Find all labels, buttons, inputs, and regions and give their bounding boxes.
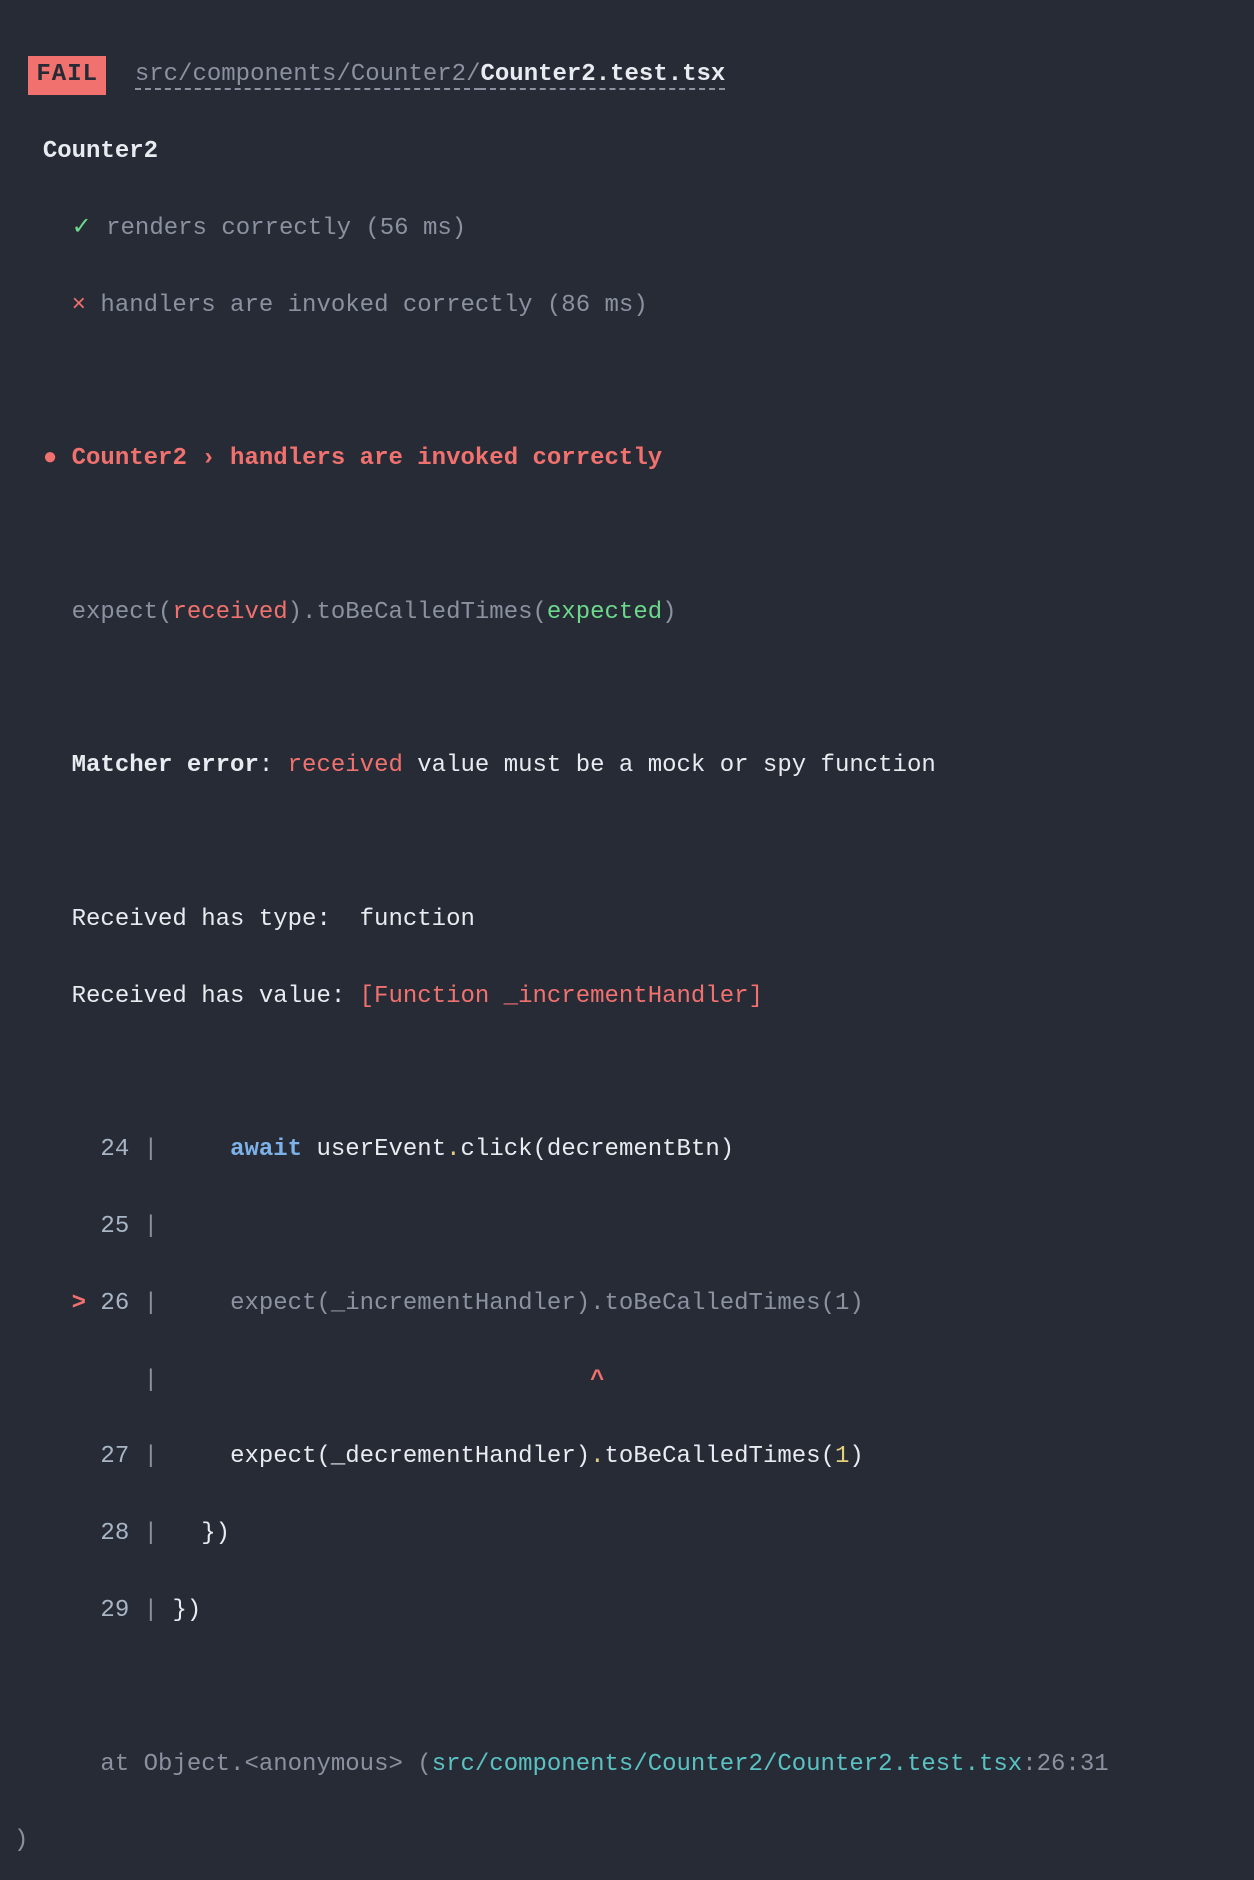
code-line-28: 28 | }) — [14, 1515, 1240, 1553]
received-value-line: Received has value: [Function _increment… — [14, 978, 1240, 1016]
terminal-output: FAIL src/components/Counter2/Counter2.te… — [0, 0, 1254, 1880]
code-line-26: > 26 | expect(_incrementHandler).toBeCal… — [14, 1285, 1240, 1323]
fail-badge: FAIL — [28, 56, 106, 94]
assertion-line: expect(received).toBeCalledTimes(expecte… — [14, 594, 1240, 632]
test-time: (86 ms) — [547, 292, 648, 319]
code-line-24: 24 | await userEvent.click(decrementBtn) — [14, 1131, 1240, 1169]
expected-token: expected — [547, 599, 662, 626]
test-time: (56 ms) — [365, 215, 466, 242]
caret-line: | ^ — [14, 1362, 1240, 1400]
failure-title: Counter2 › handlers are invoked correctl… — [72, 445, 663, 472]
pass-icon: ✓ — [72, 215, 92, 242]
received-type-line: Received has type: function — [14, 901, 1240, 939]
fail-icon: × — [72, 292, 86, 319]
suite-name: Counter2 — [14, 133, 1240, 171]
test-name: handlers are invoked correctly — [100, 292, 532, 319]
test-result-pass: ✓ renders correctly (56 ms) — [14, 210, 1240, 248]
code-line-27: 27 | expect(_decrementHandler).toBeCalle… — [14, 1438, 1240, 1476]
received-token: received — [172, 599, 287, 626]
stack-trace-line: at Object.<anonymous> (src/components/Co… — [14, 1746, 1240, 1784]
test-path-dir: src/components/Counter2/ — [135, 61, 481, 90]
test-path-file: Counter2.test.tsx — [480, 61, 725, 90]
code-line-25: 25 | — [14, 1208, 1240, 1246]
fail-header-line: FAIL src/components/Counter2/Counter2.te… — [14, 56, 1240, 94]
test-name: renders correctly — [106, 215, 351, 242]
bullet-icon: ● — [43, 445, 57, 472]
caret-icon: ^ — [590, 1367, 604, 1394]
await-keyword: await — [230, 1136, 302, 1163]
failure-title-line: ● Counter2 › handlers are invoked correc… — [14, 440, 1240, 478]
matcher-error-line: Matcher error: received value must be a … — [14, 747, 1240, 785]
stack-trace-close: ) — [14, 1822, 1240, 1860]
test-result-fail: × handlers are invoked correctly (86 ms) — [14, 287, 1240, 325]
stack-file: src/components/Counter2/Counter2.test.ts… — [432, 1751, 1023, 1778]
code-line-29: 29 | }) — [14, 1592, 1240, 1630]
error-marker-icon: > — [72, 1290, 86, 1317]
